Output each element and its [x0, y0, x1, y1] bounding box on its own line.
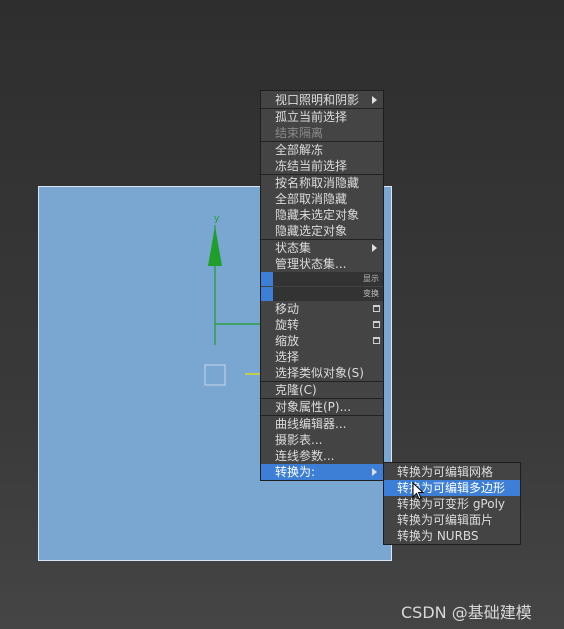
menu-item-label: 移动 — [275, 302, 300, 316]
menu-item-label: 转换为 NURBS — [397, 529, 479, 543]
convert-to-submenu: 转换为可编辑网格 转换为可编辑多边形 转换为可变形 gPoly 转换为可编辑面片… — [383, 462, 521, 545]
submenu-item-editable-poly[interactable]: 转换为可编辑多边形 — [384, 480, 520, 496]
submenu-arrow-icon — [372, 468, 377, 476]
menu-item-label: 按名称取消隐藏 — [275, 176, 360, 190]
menu-item-label: 摄影表... — [275, 433, 323, 447]
submenu-item-editable-patch[interactable]: 转换为可编辑面片 — [384, 512, 520, 528]
menu-item-label: 管理状态集... — [275, 257, 347, 271]
menu-item-isolate-selection[interactable]: 孤立当前选择 — [261, 109, 383, 125]
menu-item-label: 结束隔离 — [275, 126, 324, 140]
menu-item-hide-unselected[interactable]: 隐藏未选定对象 — [261, 207, 383, 223]
menu-item-select-similar[interactable]: 选择类似对象(S) — [261, 365, 383, 381]
menu-item-convert-to[interactable]: 转换为: — [261, 464, 383, 480]
menu-item-freeze-selection[interactable]: 冻结当前选择 — [261, 158, 383, 174]
menu-item-label: 状态集 — [275, 241, 312, 255]
quad-header-indicator — [261, 272, 273, 286]
menu-item-label: 视口照明和阴影 — [275, 93, 360, 107]
quad-header-display: 显示 — [261, 272, 383, 286]
menu-item-wire-parameters[interactable]: 连线参数... — [261, 448, 383, 464]
menu-item-clone[interactable]: 克隆(C) — [261, 382, 383, 398]
menu-item-label: 对象属性(P)... — [275, 400, 352, 414]
menu-item-label: 选择类似对象(S) — [275, 366, 364, 380]
menu-item-label: 连线参数... — [275, 449, 335, 463]
menu-item-label: 孤立当前选择 — [275, 110, 348, 124]
menu-item-viewport-lighting[interactable]: 视口照明和阴影 — [261, 92, 383, 108]
submenu-arrow-icon — [372, 96, 377, 104]
quad-header-transform: 变换 — [261, 287, 383, 301]
quad-menu: 视口照明和阴影 孤立当前选择 结束隔离 全部解冻 冻结当前选择 按名称取消隐藏 … — [260, 90, 384, 481]
menu-item-rotate[interactable]: 旋转 — [261, 317, 383, 333]
settings-box-icon[interactable] — [373, 321, 380, 328]
menu-item-end-isolate: 结束隔离 — [261, 125, 383, 141]
watermark-text: CSDN @基础建模 — [401, 603, 532, 622]
menu-item-label: 隐藏未选定对象 — [275, 208, 360, 222]
submenu-item-editable-mesh[interactable]: 转换为可编辑网格 — [384, 464, 520, 480]
menu-item-unhide-all[interactable]: 全部取消隐藏 — [261, 191, 383, 207]
menu-item-label: 冻结当前选择 — [275, 159, 348, 173]
menu-item-hide-selection[interactable]: 隐藏选定对象 — [261, 223, 383, 239]
menu-item-label: 隐藏选定对象 — [275, 224, 348, 238]
settings-box-icon[interactable] — [373, 337, 380, 344]
menu-item-scale[interactable]: 缩放 — [261, 333, 383, 349]
quad-header-indicator — [261, 287, 273, 301]
menu-item-label: 全部解冻 — [275, 143, 324, 157]
mouse-cursor-icon — [412, 482, 425, 500]
menu-item-label: 转换为: — [275, 465, 316, 479]
menu-item-label: 转换为可编辑面片 — [397, 513, 494, 527]
menu-item-label: 选择 — [275, 350, 300, 364]
menu-item-label: 曲线编辑器... — [275, 417, 347, 431]
menu-item-state-sets[interactable]: 状态集 — [261, 240, 383, 256]
menu-item-curve-editor[interactable]: 曲线编辑器... — [261, 416, 383, 432]
menu-item-label: 转换为可编辑网格 — [397, 465, 494, 479]
menu-item-label: 克隆(C) — [275, 383, 317, 397]
quad-header-label: 变换 — [363, 289, 379, 298]
menu-item-object-properties[interactable]: 对象属性(P)... — [261, 399, 383, 415]
menu-item-unhide-by-name[interactable]: 按名称取消隐藏 — [261, 175, 383, 191]
quad-header-label: 显示 — [363, 274, 379, 283]
submenu-arrow-icon — [372, 244, 377, 252]
submenu-item-nurbs[interactable]: 转换为 NURBS — [384, 528, 520, 544]
menu-item-select[interactable]: 选择 — [261, 349, 383, 365]
submenu-item-deformable-gpoly[interactable]: 转换为可变形 gPoly — [384, 496, 520, 512]
menu-item-label: 缩放 — [275, 334, 300, 348]
menu-item-label: 全部取消隐藏 — [275, 192, 348, 206]
settings-box-icon[interactable] — [373, 305, 380, 312]
menu-item-dope-sheet[interactable]: 摄影表... — [261, 432, 383, 448]
menu-item-manage-state-sets[interactable]: 管理状态集... — [261, 256, 383, 272]
menu-item-unfreeze-all[interactable]: 全部解冻 — [261, 142, 383, 158]
menu-item-label: 旋转 — [275, 318, 300, 332]
menu-item-move[interactable]: 移动 — [261, 301, 383, 317]
